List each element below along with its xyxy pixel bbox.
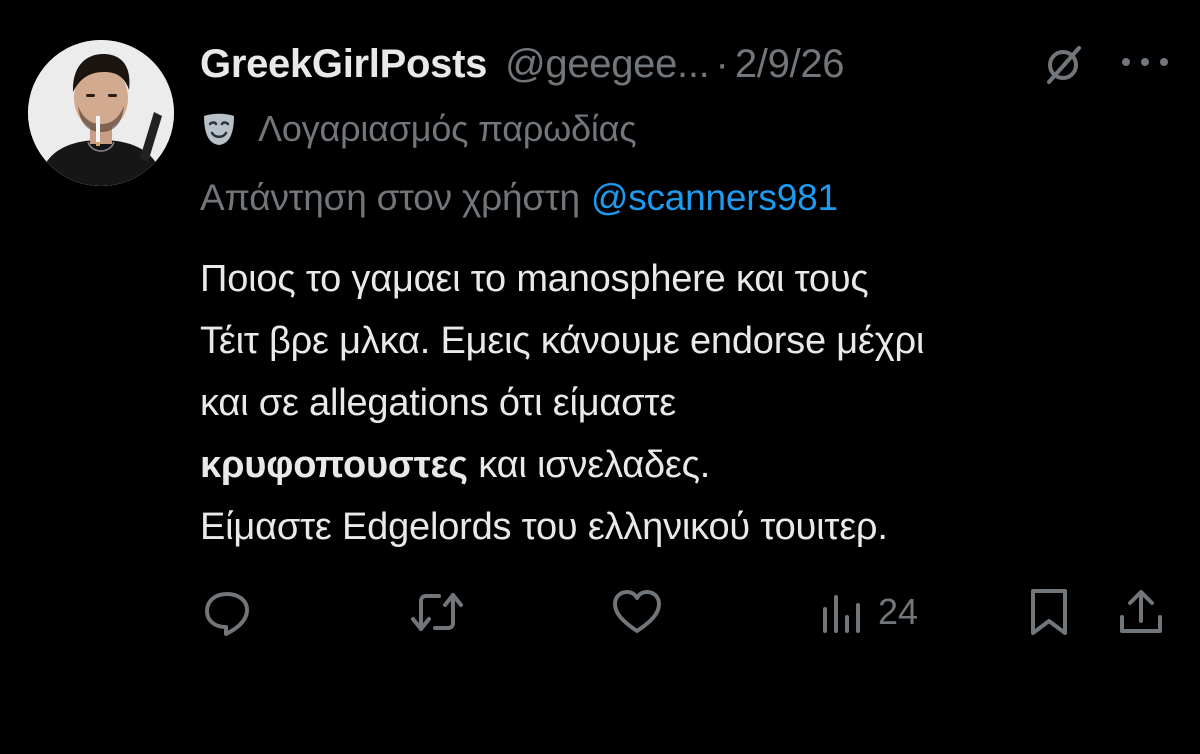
reply-context: Απάντηση στον χρήστη @scanners981	[200, 170, 838, 226]
action-bar: 24	[0, 584, 1200, 644]
reply-prefix: Απάντηση στον χρήστη	[200, 177, 580, 218]
tweet-date[interactable]: 2/9/26	[735, 42, 845, 87]
share-button[interactable]	[1114, 584, 1168, 640]
like-button[interactable]	[610, 584, 664, 640]
tweet-text-line: και σε allegations ότι είμαστε	[200, 382, 676, 424]
retweet-icon	[411, 593, 463, 631]
heart-icon	[613, 590, 661, 633]
parody-label-text: Λογαριασμός παρωδίας	[258, 108, 637, 149]
views-icon	[823, 595, 860, 633]
tweet-text-rest: και ισνελαδες.	[467, 444, 711, 486]
tweet-text-line: Ποιος το γαμαει το manosphere και τους	[200, 258, 869, 300]
reply-button[interactable]	[200, 584, 254, 640]
author-display-name[interactable]: GreekGirlPosts	[200, 42, 487, 87]
retweet-button[interactable]	[409, 584, 465, 640]
more-options-icon[interactable]	[1118, 52, 1172, 72]
bookmark-icon	[1031, 589, 1067, 635]
tweet-text-line: Είμαστε Edgelords του ελληνικού τουιτερ.	[200, 506, 888, 548]
tweet-text-line: Τέιτ βρε μλκα. Εμεις κάνουμε endorse μέχ…	[200, 320, 925, 362]
theater-mask-icon	[204, 113, 234, 145]
tweet-header: GreekGirlPosts @geegee... · 2/9/26	[200, 36, 845, 92]
bookmark-button[interactable]	[1026, 584, 1072, 640]
share-icon	[1120, 590, 1162, 633]
parody-label: Λογαριασμός παρωδίας	[200, 103, 637, 155]
tweet-text: Ποιος το γαμαει το manosphere και τους Τ…	[200, 248, 1180, 558]
views-count: 24	[878, 591, 919, 632]
tweet-text-line: κρυφοπουστες και ισνελαδες.	[200, 434, 1180, 496]
tweet-text-bold: κρυφοπουστες	[200, 444, 468, 486]
author-handle[interactable]: @geegee...	[505, 42, 710, 87]
reply-icon	[205, 592, 249, 636]
tweet: GreekGirlPosts @geegee... · 2/9/26 Λογαρ…	[0, 0, 1200, 754]
reply-user-link[interactable]: @scanners981	[591, 177, 838, 219]
grok-icon[interactable]	[1040, 42, 1086, 88]
header-separator: ·	[715, 41, 729, 86]
views-button[interactable]: 24	[820, 584, 918, 640]
avatar[interactable]	[28, 40, 174, 186]
avatar-photo	[28, 40, 174, 186]
